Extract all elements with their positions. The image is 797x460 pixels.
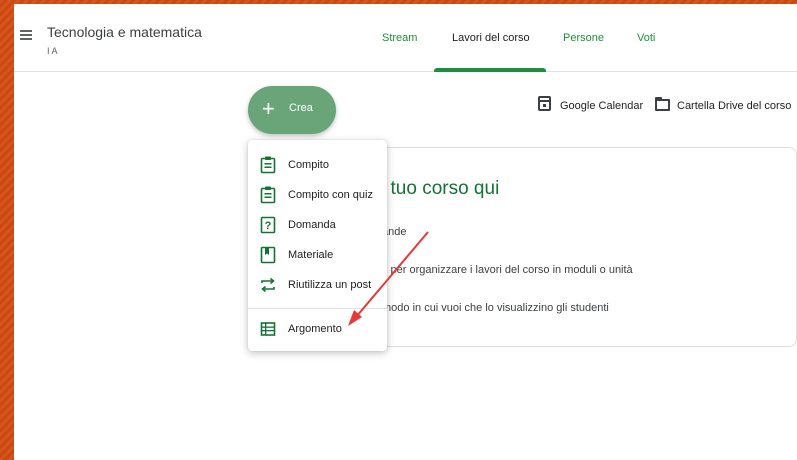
annotation-arrow xyxy=(348,231,429,326)
desktop-background-left xyxy=(0,0,14,460)
classroom-app: Tecnologia e matematica I A Stream Lavor… xyxy=(14,4,797,460)
